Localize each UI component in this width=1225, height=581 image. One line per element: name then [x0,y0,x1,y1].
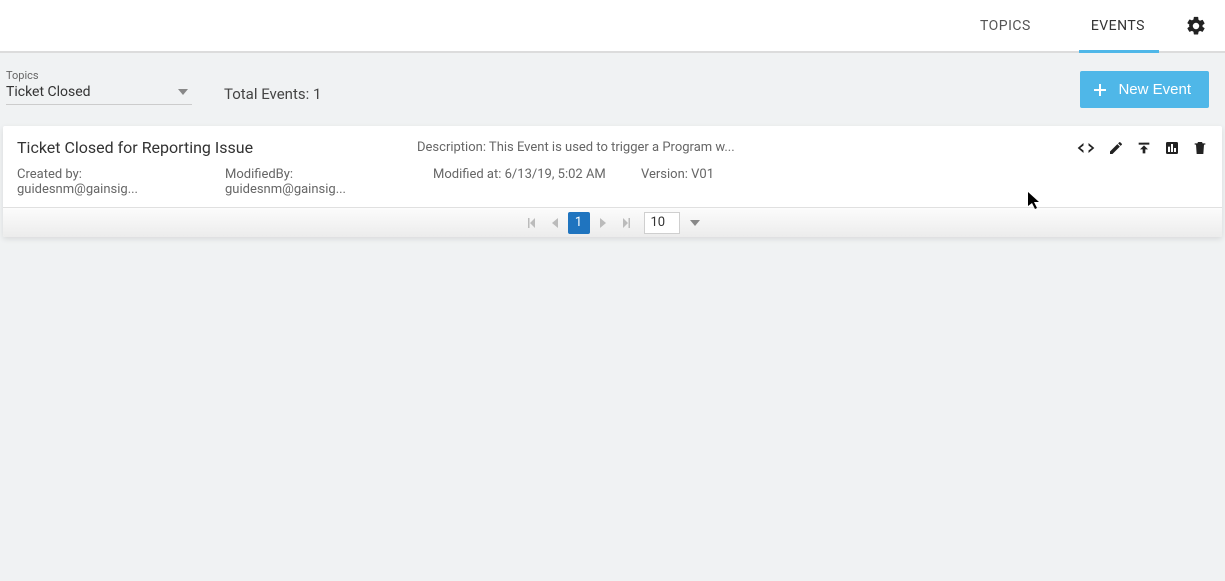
event-version: Version: V01 [641,167,714,197]
delete-icon[interactable] [1192,140,1208,156]
events-list: Ticket Closed for Reporting Issue Descri… [3,126,1222,237]
topics-filter-label: Topics [6,69,192,82]
new-event-button[interactable]: New Event [1080,71,1209,108]
code-icon[interactable] [1076,140,1096,156]
event-actions [1076,140,1208,156]
event-title: Ticket Closed for Reporting Issue [17,138,417,157]
event-row-top: Ticket Closed for Reporting Issue Descri… [17,138,1208,157]
chevron-down-icon [178,89,188,95]
page-size-value[interactable]: 10 [644,212,680,234]
topics-filter-value: Ticket Closed [6,84,91,100]
page-prev-button[interactable] [544,212,566,234]
header-tabs: TOPICS EVENTS [980,0,1145,51]
chart-icon[interactable] [1164,140,1180,156]
topics-filter-select[interactable]: Ticket Closed [6,84,192,105]
page-header: TOPICS EVENTS [0,0,1225,53]
pagination: 1 10 [3,207,1222,237]
page-last-button[interactable] [616,212,638,234]
event-modified-by: ModifiedBy: guidesnm@gainsig... [225,167,405,197]
new-event-button-label: New Event [1118,81,1191,98]
event-modified-at: Modified at: 6/13/19, 5:02 AM [433,167,613,197]
total-events-label: Total Events: 1 [224,85,321,103]
tab-events[interactable]: EVENTS [1091,0,1145,51]
page-size-dropdown[interactable] [684,212,706,234]
page-next-button[interactable] [592,212,614,234]
page-first-button[interactable] [520,212,542,234]
edit-icon[interactable] [1108,140,1124,156]
settings-gear-icon[interactable] [1185,15,1207,37]
event-description: Description: This Event is used to trigg… [417,140,1076,155]
upload-icon[interactable] [1136,140,1152,156]
event-row-meta: Created by: guidesnm@gainsig... Modified… [17,167,1208,197]
toolbar: Topics Ticket Closed Total Events: 1 New… [0,53,1225,108]
event-created-by: Created by: guidesnm@gainsig... [17,167,197,197]
tab-topics[interactable]: TOPICS [980,0,1031,51]
topics-filter: Topics Ticket Closed [6,69,192,105]
event-row[interactable]: Ticket Closed for Reporting Issue Descri… [3,126,1222,207]
page-current[interactable]: 1 [568,212,590,234]
plus-icon [1092,82,1108,98]
